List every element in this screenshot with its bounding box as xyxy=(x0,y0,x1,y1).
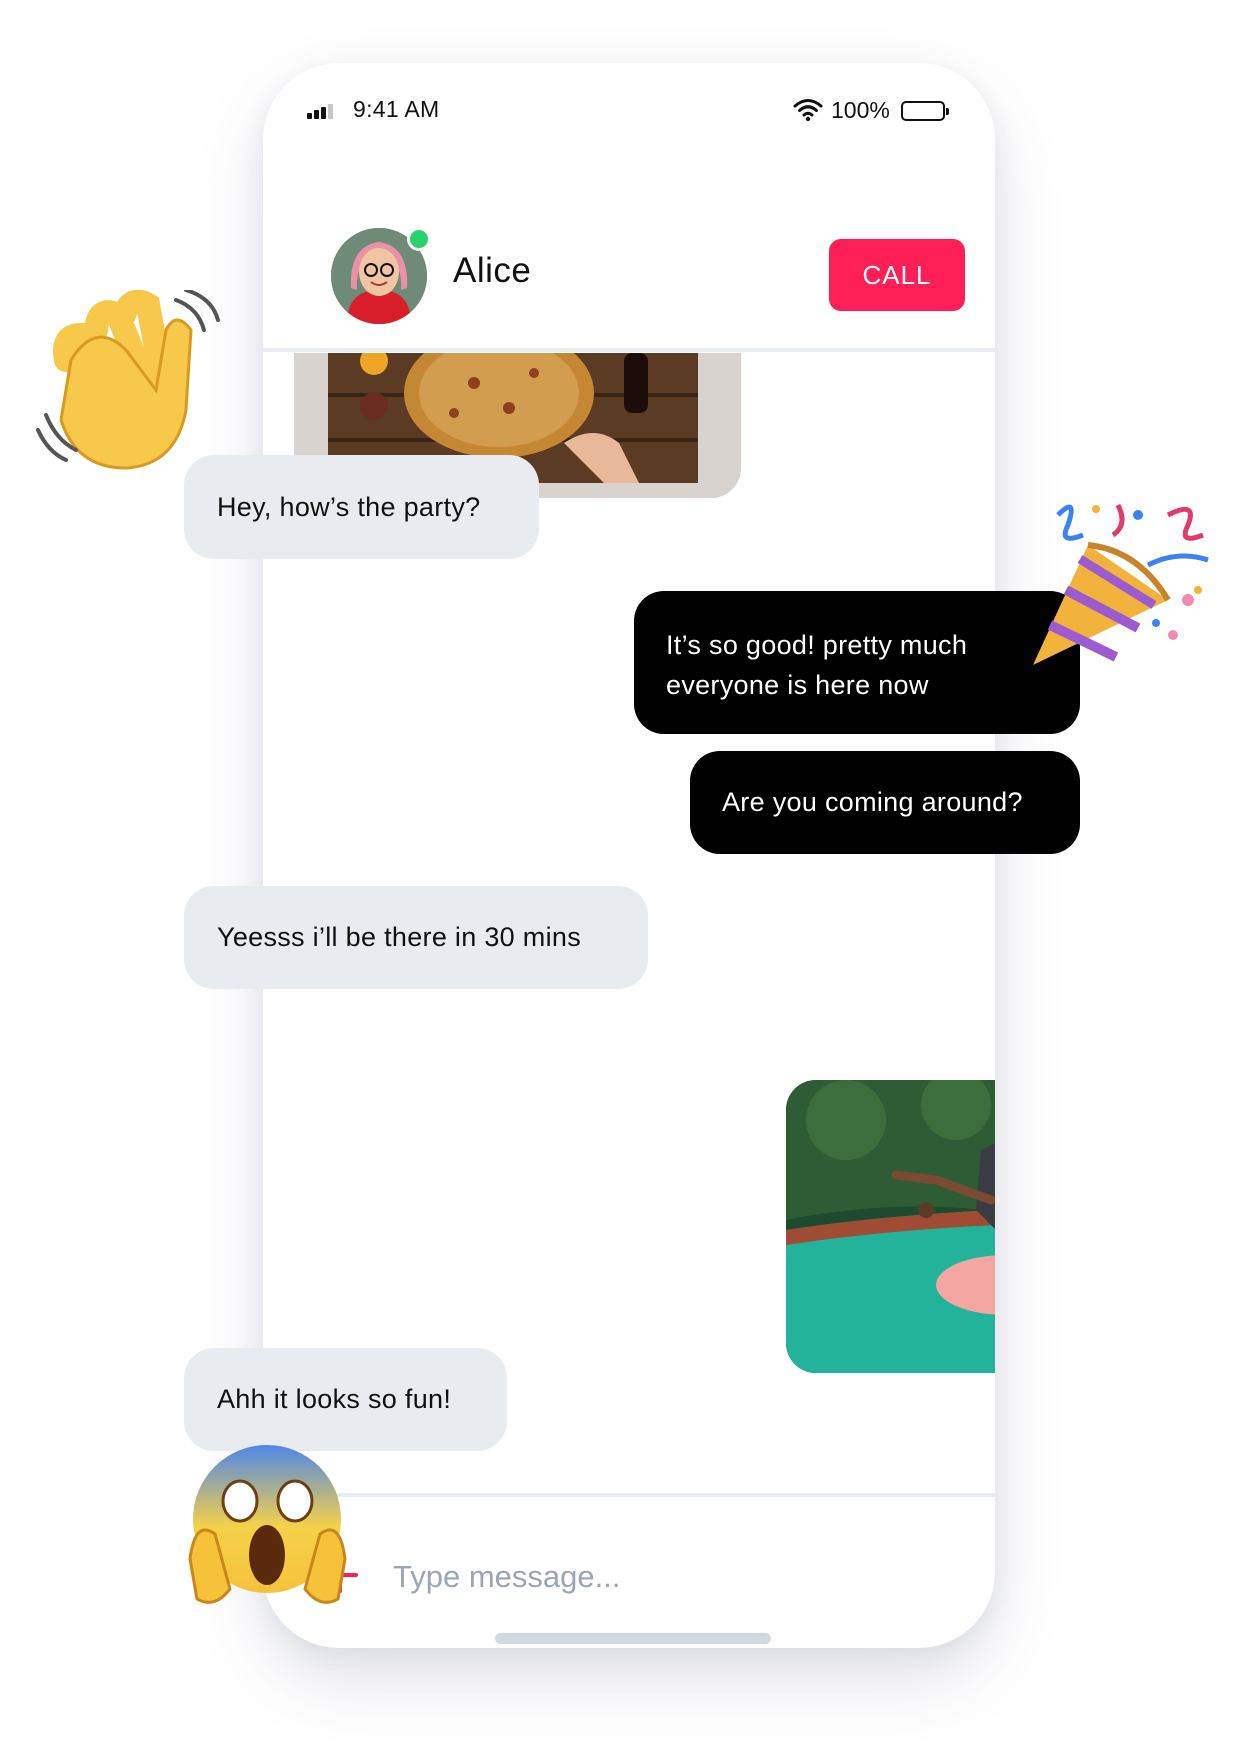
battery-percentage: 100% xyxy=(831,97,890,123)
composer-divider xyxy=(263,1493,995,1497)
call-button[interactable]: CALL xyxy=(829,239,965,311)
message-bubble-outgoing: It’s so good! pretty much everyone is he… xyxy=(634,591,1080,734)
screaming-face-emoji xyxy=(188,1445,347,1604)
message-bubble-incoming: Ahh it looks so fun! xyxy=(184,1348,507,1451)
message-bubble-incoming: Yeesss i’ll be there in 30 mins xyxy=(184,886,648,989)
online-status-dot xyxy=(407,227,431,251)
signal-icon xyxy=(307,103,339,119)
contact-name: Alice xyxy=(453,251,532,290)
message-bubble-outgoing: Are you coming around? xyxy=(690,751,1080,854)
message-image-pool[interactable] xyxy=(786,1080,995,1373)
chat-header: Alice CALL xyxy=(263,159,995,352)
wifi-icon xyxy=(793,99,823,122)
status-time: 9:41 AM xyxy=(353,96,440,122)
party-popper-emoji xyxy=(1033,503,1209,665)
home-indicator xyxy=(495,1633,771,1644)
battery-icon xyxy=(901,101,949,121)
status-bar: 9:41 AM 100% xyxy=(263,63,995,153)
message-input[interactable] xyxy=(393,1555,953,1599)
message-bubble-incoming: Hey, how’s the party? xyxy=(184,455,539,559)
waving-hand-emoji xyxy=(36,290,220,470)
